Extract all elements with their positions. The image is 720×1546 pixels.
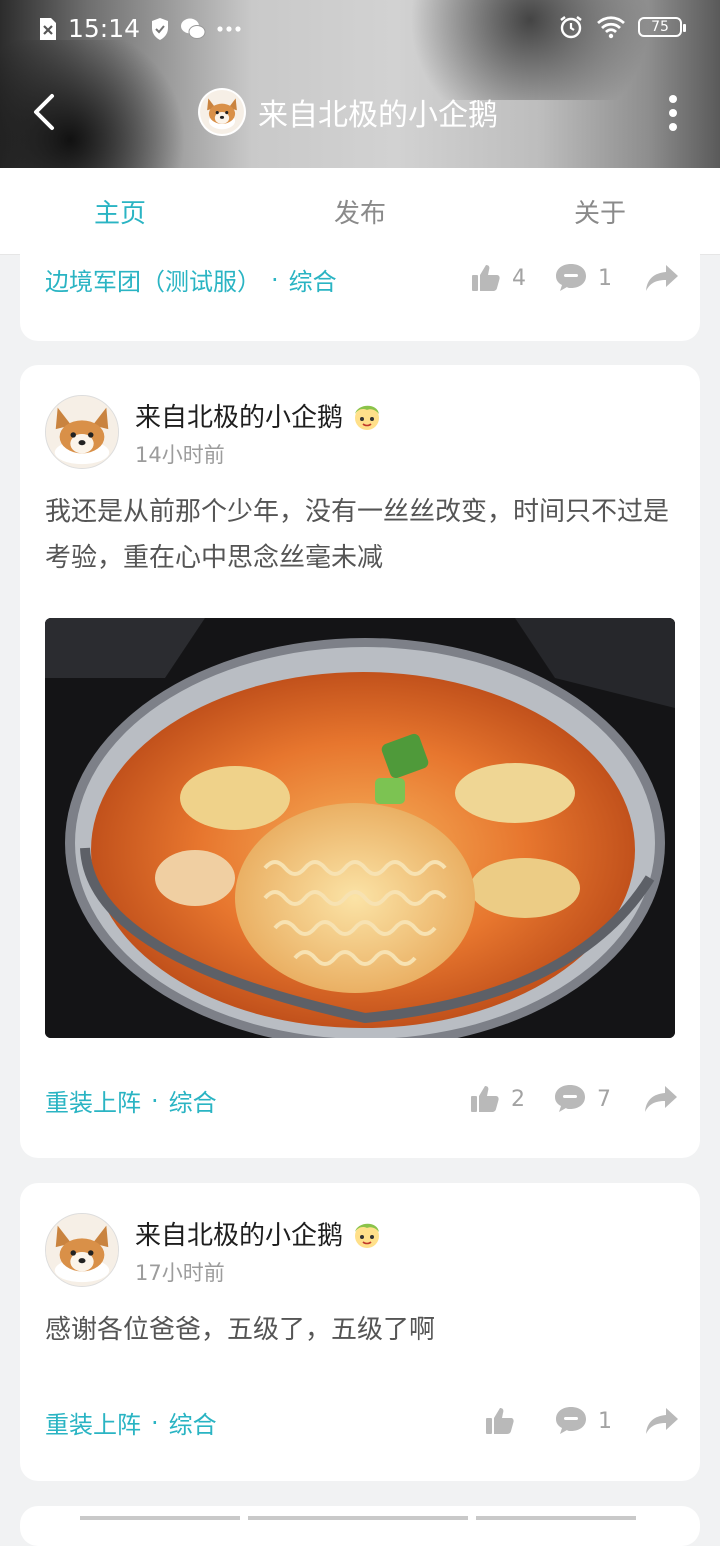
like-count: 4 <box>512 265 526 291</box>
author-name-row: 来自北极的小企鹅 <box>135 1215 383 1252</box>
avatar[interactable] <box>198 88 246 136</box>
wechat-icon <box>181 18 206 39</box>
profile-header: 15:14 75 来自北极的小企鹅 <box>0 0 720 168</box>
post-actions: 4 1 <box>470 262 680 294</box>
corgi-avatar-image <box>46 396 118 468</box>
post-category-link[interactable]: 综合 <box>289 262 337 297</box>
image-strip-edge <box>80 1516 240 1520</box>
avatar[interactable] <box>45 395 119 469</box>
post-group-link[interactable]: 边境军团（测试服） <box>45 262 261 297</box>
author-name-row: 来自北极的小企鹅 <box>135 397 383 434</box>
post-timestamp: 14小时前 <box>135 443 225 467</box>
emoji-badge-icon <box>355 1223 380 1248</box>
post-text: 我还是从前那个少年，没有一丝丝改变，时间只不过是考验，重在心中思念丝毫未减 <box>45 497 670 573</box>
clock: 15:14 <box>68 14 141 43</box>
author-name[interactable]: 来自北极的小企鹅 <box>135 1215 343 1252</box>
like-count: 2 <box>511 1086 525 1112</box>
tag-separator: · <box>151 1408 159 1437</box>
comment-button[interactable]: 1 <box>554 1405 612 1437</box>
post-timestamp: 17小时前 <box>135 1261 225 1285</box>
comment-count: 1 <box>598 1408 612 1434</box>
tag-separator: · <box>151 1086 159 1115</box>
comment-count: 1 <box>598 265 612 291</box>
food-photo-image <box>45 618 675 1038</box>
post-card[interactable]: 边境军团（测试服） · 综合 4 1 <box>20 240 700 341</box>
sim-off-icon <box>40 17 56 40</box>
post-category-link[interactable]: 综合 <box>169 1405 217 1440</box>
comment-icon <box>555 1085 585 1112</box>
thumbs-up-icon <box>471 1086 499 1112</box>
like-button[interactable]: 4 <box>470 262 526 294</box>
post-card[interactable] <box>20 1506 700 1546</box>
post-group-link[interactable]: 重装上阵 <box>45 1405 141 1440</box>
header-title-group: 来自北极的小企鹅 <box>198 86 498 138</box>
comment-button[interactable]: 1 <box>554 262 612 294</box>
author-name[interactable]: 来自北极的小企鹅 <box>135 397 343 434</box>
like-button[interactable] <box>484 1405 526 1437</box>
post-card[interactable]: 来自北极的小企鹅 17小时前 感谢各位爸爸，五级了，五级了啊 重装上阵 · 综合… <box>20 1183 700 1481</box>
comment-button[interactable]: 7 <box>553 1083 611 1115</box>
post-tags: 重装上阵 · 综合 <box>45 1083 217 1118</box>
battery-indicator: 75 <box>638 17 686 37</box>
share-icon[interactable] <box>644 263 680 293</box>
wifi-icon <box>597 16 625 39</box>
comment-icon <box>556 264 586 291</box>
thumbs-up-icon <box>486 1408 514 1434</box>
status-bar: 15:14 75 <box>0 0 720 56</box>
image-strip-edge <box>476 1516 636 1520</box>
back-arrow-icon[interactable] <box>26 90 66 134</box>
share-icon[interactable] <box>644 1406 680 1436</box>
thumbs-up-icon <box>472 265 500 291</box>
more-notifications-icon <box>217 25 241 32</box>
post-tags: 重装上阵 · 综合 <box>45 1405 217 1440</box>
corgi-avatar-image <box>46 1214 118 1286</box>
emoji-badge-icon <box>355 405 380 430</box>
post-tags: 边境军团（测试服） · 综合 <box>45 262 337 297</box>
avatar[interactable] <box>45 1213 119 1287</box>
battery-level: 75 <box>651 19 669 35</box>
page-title: 来自北极的小企鹅 <box>258 98 498 133</box>
post-image[interactable] <box>45 618 675 1038</box>
shield-icon <box>152 17 169 40</box>
share-icon[interactable] <box>643 1084 679 1114</box>
like-button[interactable]: 2 <box>469 1083 525 1115</box>
post-group-link[interactable]: 重装上阵 <box>45 1083 141 1118</box>
post-text: 感谢各位爸爸，五级了，五级了啊 <box>45 1315 436 1345</box>
post-actions: 1 <box>484 1405 680 1437</box>
corgi-avatar-image <box>200 90 244 134</box>
image-strip-edge <box>248 1516 468 1520</box>
post-card[interactable]: 来自北极的小企鹅 14小时前 我还是从前那个少年，没有一丝丝改变，时间只不过是考… <box>20 365 700 1158</box>
alarm-icon <box>560 16 582 39</box>
comment-icon <box>556 1407 586 1434</box>
post-category-link[interactable]: 综合 <box>169 1083 217 1118</box>
more-options-icon[interactable] <box>666 94 680 132</box>
post-actions: 2 7 <box>469 1083 679 1115</box>
comment-count: 7 <box>597 1086 611 1112</box>
tag-separator: · <box>271 265 279 294</box>
